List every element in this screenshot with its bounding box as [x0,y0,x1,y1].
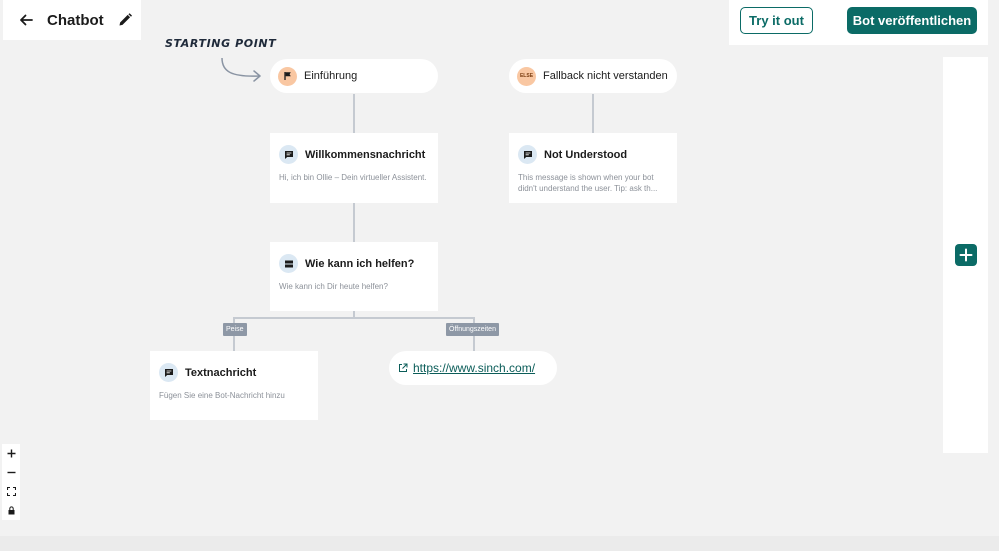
pencil-icon[interactable] [118,11,136,29]
node-question-description: Wie kann ich Dir heute helfen? [279,282,388,291]
buttons-icon [279,254,298,273]
chat-bubble-icon [159,363,178,382]
curved-arrow-icon [221,57,261,82]
node-fallback[interactable]: ELSE Fallback nicht verstanden [509,59,677,93]
else-badge: ELSE [517,66,536,86]
node-not-understood[interactable]: Not Understood This message is shown whe… [509,133,677,203]
node-question[interactable]: Wie kann ich helfen? Wie kann ich Dir he… [270,242,438,311]
connector [592,94,594,133]
zoom-controls [2,444,20,520]
branch-tag-oeffnungszeiten[interactable]: Öffnungszeiten [446,323,499,336]
fit-view-icon[interactable] [2,482,20,501]
connector [353,203,355,242]
starting-point-label: STARTING POINT [165,37,277,50]
header-panel: Chatbot [3,0,141,40]
node-question-title: Wie kann ich helfen? [305,257,415,270]
publish-bot-button[interactable]: Bot veröffentlichen [847,7,977,34]
connector [353,94,355,133]
page-title: Chatbot [47,11,104,29]
node-link-url[interactable]: https://www.sinch.com/ [413,361,535,375]
branch-tag-peise[interactable]: Peise [223,323,247,336]
node-not-understood-title: Not Understood [544,148,628,161]
node-not-understood-description: This message is shown when your bot didn… [518,173,658,193]
node-link[interactable]: https://www.sinch.com/ [389,351,557,385]
zoom-in-icon[interactable] [2,444,20,463]
zoom-out-icon[interactable] [2,463,20,482]
node-text-message-description: Fügen Sie eine Bot-Nachricht hinzu [159,391,285,400]
chat-bubble-icon [518,145,537,164]
node-welcome-description: Hi, ich bin Ollie – Dein virtueller Assi… [279,173,427,182]
try-it-out-button[interactable]: Try it out [740,7,813,34]
arrow-left-icon[interactable] [17,11,35,29]
node-welcome[interactable]: Willkommensnachricht Hi, ich bin Ollie –… [270,133,438,203]
add-node-button[interactable] [955,244,977,266]
node-intro-label: Einführung [304,70,358,82]
else-badge-text: ELSE [519,73,534,79]
bottom-strip [0,536,999,551]
connector [233,317,475,319]
external-link-icon [398,363,408,373]
lock-icon[interactable] [2,501,20,520]
plus-icon [959,248,973,262]
node-welcome-title: Willkommensnachricht [305,148,426,161]
node-text-message[interactable]: Textnachricht Fügen Sie eine Bot-Nachric… [150,351,318,420]
flag-icon [278,66,297,86]
node-text-message-title: Textnachricht [185,366,257,379]
chat-bubble-icon [279,145,298,164]
actions-panel: Try it out Bot veröffentlichen [729,0,988,45]
node-intro[interactable]: Einführung [270,59,438,93]
node-fallback-label: Fallback nicht verstanden [543,70,668,82]
